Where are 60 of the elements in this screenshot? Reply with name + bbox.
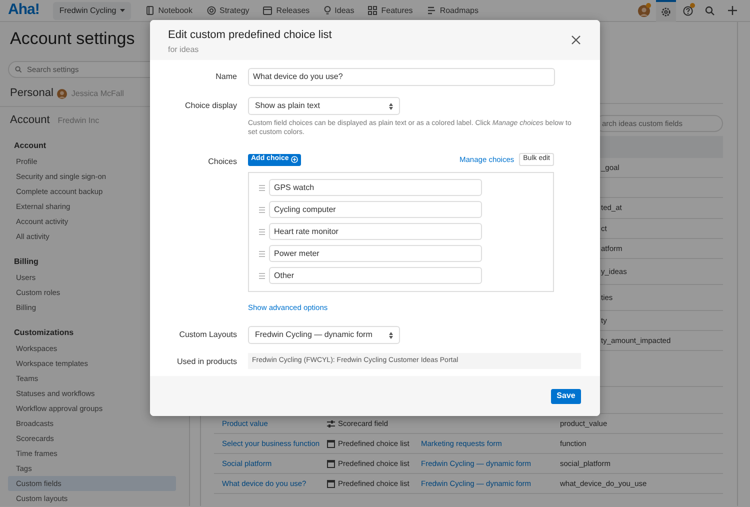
drag-handle-icon — [259, 272, 265, 278]
avatar-icon — [638, 4, 650, 16]
nav-link[interactable]: Releases — [263, 4, 310, 16]
field-label: Name — [214, 71, 238, 83]
lightbulb-icon — [324, 6, 331, 15]
list-icon — [327, 440, 335, 448]
select-field[interactable]: Fredwin Cycling — dynamic form — [248, 326, 400, 344]
field-label: Custom Layouts — [178, 329, 238, 341]
search-icon — [705, 6, 715, 16]
target-icon — [206, 6, 216, 15]
choice-field[interactable]: Power meter — [269, 245, 482, 262]
choice-field[interactable]: Heart rate monitor — [269, 223, 482, 240]
caret-icon — [120, 8, 126, 12]
nav-link[interactable]: Roadmaps — [426, 4, 478, 16]
choice-field[interactable]: GPS watch — [269, 179, 482, 196]
avatar-icon — [57, 88, 68, 98]
settings-button[interactable] — [656, 0, 676, 22]
product-dropdown[interactable]: Fredwin Cycling — [53, 2, 132, 20]
drag-handle-icon — [259, 228, 265, 234]
save-button[interactable]: Save — [551, 388, 581, 404]
section-heading: Account — [10, 113, 50, 128]
page-title: Account settings — [10, 28, 135, 50]
drag-handle-icon — [259, 206, 265, 212]
sliders-icon — [327, 420, 335, 428]
group-heading: Account — [14, 141, 47, 151]
dialog-title: Edit custom predefined choice list — [168, 28, 332, 43]
field-label: Used in products — [176, 356, 238, 368]
close-icon — [570, 34, 582, 46]
user-name: Jessica McFall — [71, 88, 124, 100]
list-icon — [327, 480, 335, 488]
choice-field[interactable]: Other — [269, 267, 482, 284]
nav-link[interactable]: Ideas — [324, 4, 354, 16]
list-icon — [327, 460, 335, 468]
nav-link[interactable]: Strategy — [206, 4, 250, 16]
close-button[interactable] — [570, 34, 582, 46]
search-icon — [15, 66, 22, 73]
nav-link[interactable]: Features — [368, 4, 413, 16]
dialog-subtitle: for ideas — [168, 44, 200, 56]
notebook-icon — [146, 6, 154, 15]
field-label: Choices — [207, 156, 238, 168]
sort-icon — [389, 332, 393, 338]
nav-link[interactable]: Notebook — [146, 4, 192, 16]
plus-circle-icon — [290, 156, 298, 163]
sort-icon — [389, 102, 393, 110]
grid-icon — [368, 6, 378, 15]
drag-handle-icon — [259, 184, 265, 190]
logo[interactable]: Aha! — [8, 0, 40, 22]
field-label: Choice display — [184, 100, 238, 112]
drag-handle-icon — [259, 250, 265, 256]
organization-name: Fredwin Inc — [58, 114, 100, 126]
roadmap-icon — [426, 6, 436, 15]
help-icon — [683, 6, 693, 16]
choice-field[interactable]: Cycling computer — [269, 201, 482, 218]
settings-icon — [661, 6, 671, 16]
select-field[interactable]: Show as plain text — [248, 97, 400, 115]
name-field[interactable]: What device do you use? — [248, 68, 555, 86]
calendar-icon — [263, 6, 272, 15]
group-heading: Billing — [14, 257, 40, 267]
add-icon — [728, 6, 736, 15]
section-heading: Personal — [10, 86, 54, 102]
